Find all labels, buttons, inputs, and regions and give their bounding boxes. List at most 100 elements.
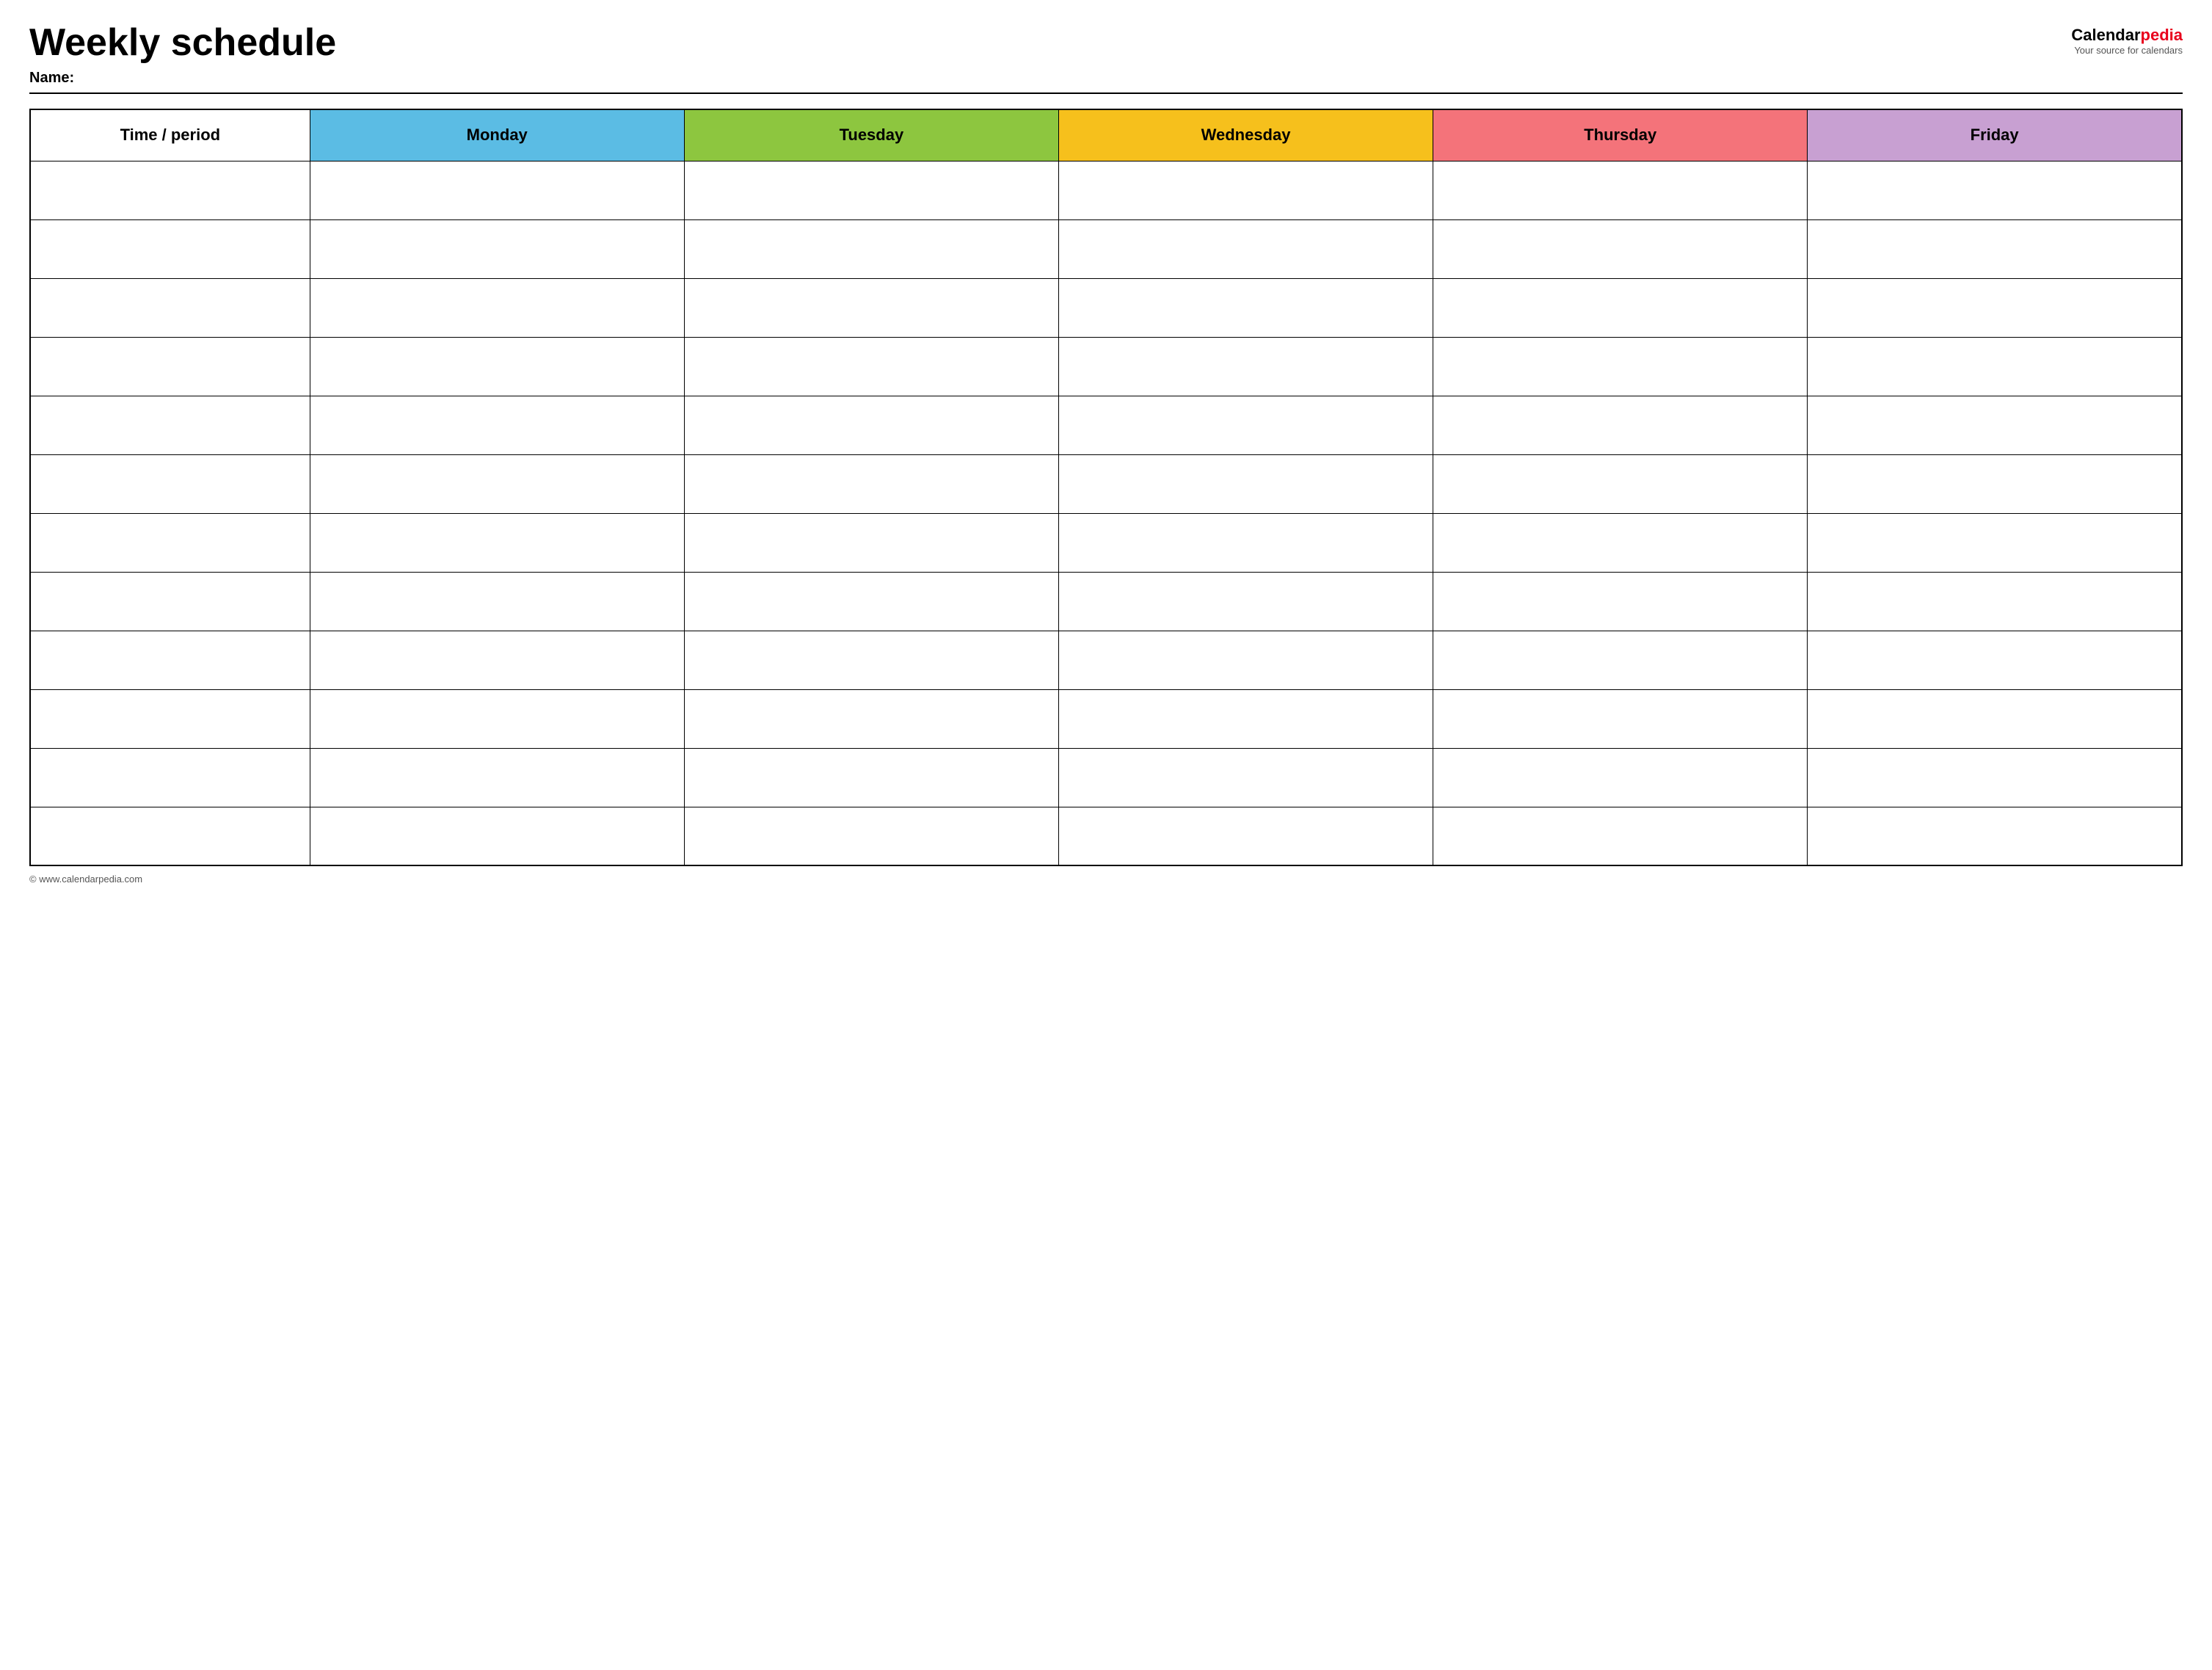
cell-row8-col1[interactable] — [310, 631, 684, 689]
cell-row3-col1[interactable] — [310, 337, 684, 396]
cell-row0-col5[interactable] — [1808, 161, 2182, 219]
cell-row1-col5[interactable] — [1808, 219, 2182, 278]
cell-row0-col1[interactable] — [310, 161, 684, 219]
cell-row8-col2[interactable] — [684, 631, 1058, 689]
col-header-monday: Monday — [310, 109, 684, 161]
table-header-row: Time / period Monday Tuesday Wednesday T… — [30, 109, 2182, 161]
cell-row3-col0[interactable] — [30, 337, 310, 396]
cell-row2-col2[interactable] — [684, 278, 1058, 337]
table-row — [30, 396, 2182, 454]
cell-row3-col2[interactable] — [684, 337, 1058, 396]
table-row — [30, 748, 2182, 807]
cell-row6-col3[interactable] — [1058, 513, 1433, 572]
cell-row11-col0[interactable] — [30, 807, 310, 865]
cell-row9-col3[interactable] — [1058, 689, 1433, 748]
cell-row7-col1[interactable] — [310, 572, 684, 631]
cell-row2-col3[interactable] — [1058, 278, 1433, 337]
schedule-table: Time / period Monday Tuesday Wednesday T… — [29, 109, 2183, 866]
table-row — [30, 161, 2182, 219]
cell-row4-col1[interactable] — [310, 396, 684, 454]
logo-pedia: pedia — [2141, 26, 2183, 44]
table-row — [30, 513, 2182, 572]
cell-row3-col4[interactable] — [1433, 337, 1808, 396]
cell-row4-col2[interactable] — [684, 396, 1058, 454]
cell-row6-col2[interactable] — [684, 513, 1058, 572]
cell-row0-col2[interactable] — [684, 161, 1058, 219]
cell-row11-col4[interactable] — [1433, 807, 1808, 865]
cell-row4-col3[interactable] — [1058, 396, 1433, 454]
cell-row7-col2[interactable] — [684, 572, 1058, 631]
cell-row1-col0[interactable] — [30, 219, 310, 278]
cell-row11-col2[interactable] — [684, 807, 1058, 865]
cell-row2-col0[interactable] — [30, 278, 310, 337]
cell-row9-col5[interactable] — [1808, 689, 2182, 748]
cell-row10-col3[interactable] — [1058, 748, 1433, 807]
table-row — [30, 278, 2182, 337]
cell-row5-col4[interactable] — [1433, 454, 1808, 513]
col-header-friday: Friday — [1808, 109, 2182, 161]
cell-row7-col0[interactable] — [30, 572, 310, 631]
cell-row2-col5[interactable] — [1808, 278, 2182, 337]
cell-row5-col5[interactable] — [1808, 454, 2182, 513]
cell-row0-col0[interactable] — [30, 161, 310, 219]
cell-row1-col1[interactable] — [310, 219, 684, 278]
cell-row11-col3[interactable] — [1058, 807, 1433, 865]
cell-row0-col3[interactable] — [1058, 161, 1433, 219]
title-section: Weekly schedule Name: — [29, 22, 336, 87]
cell-row7-col5[interactable] — [1808, 572, 2182, 631]
col-header-thursday: Thursday — [1433, 109, 1808, 161]
cell-row7-col4[interactable] — [1433, 572, 1808, 631]
cell-row6-col1[interactable] — [310, 513, 684, 572]
cell-row6-col0[interactable] — [30, 513, 310, 572]
logo-tagline: Your source for calendars — [2074, 45, 2183, 56]
cell-row1-col2[interactable] — [684, 219, 1058, 278]
schedule-body — [30, 161, 2182, 865]
cell-row7-col3[interactable] — [1058, 572, 1433, 631]
table-row — [30, 631, 2182, 689]
copyright-text: © www.calendarpedia.com — [29, 874, 142, 885]
table-row — [30, 337, 2182, 396]
page-header: Weekly schedule Name: Calendarpedia Your… — [29, 22, 2183, 87]
cell-row8-col3[interactable] — [1058, 631, 1433, 689]
cell-row11-col5[interactable] — [1808, 807, 2182, 865]
table-row — [30, 689, 2182, 748]
page-title: Weekly schedule — [29, 22, 336, 64]
cell-row8-col4[interactable] — [1433, 631, 1808, 689]
cell-row4-col0[interactable] — [30, 396, 310, 454]
cell-row10-col2[interactable] — [684, 748, 1058, 807]
cell-row9-col1[interactable] — [310, 689, 684, 748]
cell-row5-col3[interactable] — [1058, 454, 1433, 513]
cell-row10-col5[interactable] — [1808, 748, 2182, 807]
cell-row9-col2[interactable] — [684, 689, 1058, 748]
cell-row8-col0[interactable] — [30, 631, 310, 689]
cell-row3-col3[interactable] — [1058, 337, 1433, 396]
cell-row5-col2[interactable] — [684, 454, 1058, 513]
cell-row11-col1[interactable] — [310, 807, 684, 865]
cell-row2-col4[interactable] — [1433, 278, 1808, 337]
cell-row9-col0[interactable] — [30, 689, 310, 748]
cell-row10-col1[interactable] — [310, 748, 684, 807]
cell-row3-col5[interactable] — [1808, 337, 2182, 396]
cell-row4-col4[interactable] — [1433, 396, 1808, 454]
footer: © www.calendarpedia.com — [29, 874, 2183, 885]
table-row — [30, 454, 2182, 513]
logo-text: Calendarpedia — [2071, 26, 2183, 45]
logo-calendar: Calendar — [2071, 26, 2140, 44]
cell-row10-col4[interactable] — [1433, 748, 1808, 807]
cell-row10-col0[interactable] — [30, 748, 310, 807]
logo-section: Calendarpedia Your source for calendars — [2071, 22, 2183, 56]
cell-row1-col4[interactable] — [1433, 219, 1808, 278]
cell-row5-col1[interactable] — [310, 454, 684, 513]
cell-row0-col4[interactable] — [1433, 161, 1808, 219]
col-header-wednesday: Wednesday — [1058, 109, 1433, 161]
cell-row6-col5[interactable] — [1808, 513, 2182, 572]
cell-row9-col4[interactable] — [1433, 689, 1808, 748]
cell-row2-col1[interactable] — [310, 278, 684, 337]
cell-row8-col5[interactable] — [1808, 631, 2182, 689]
cell-row6-col4[interactable] — [1433, 513, 1808, 572]
name-label: Name: — [29, 70, 336, 87]
cell-row5-col0[interactable] — [30, 454, 310, 513]
table-row — [30, 219, 2182, 278]
cell-row4-col5[interactable] — [1808, 396, 2182, 454]
cell-row1-col3[interactable] — [1058, 219, 1433, 278]
